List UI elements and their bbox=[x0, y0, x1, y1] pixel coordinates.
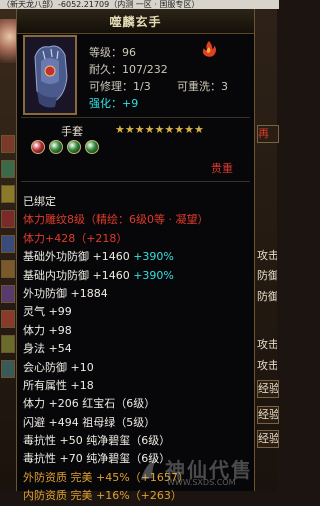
side-tab[interactable]: 攻击 bbox=[257, 336, 277, 352]
star-icon: ★ bbox=[174, 123, 185, 136]
gem-socket-icon bbox=[85, 140, 99, 154]
gauntlet-icon bbox=[23, 35, 77, 115]
skill-icon[interactable] bbox=[1, 335, 15, 353]
star-icon: ★ bbox=[134, 123, 145, 136]
attribute-line: 体力雕纹8级（精绘：6级0等 · 凝望） bbox=[23, 211, 251, 229]
item-tooltip: 噬麟玄手 等级：96 耐久：107/232 可修理：1/3 可重洗：3 强化：+… bbox=[16, 9, 255, 502]
attribute-line: 基础外功防御 +1460 +390% bbox=[23, 248, 251, 266]
attribute-text: 基础内功防御 +1460 bbox=[23, 268, 134, 282]
item-rewashable: 可重洗：3 bbox=[177, 80, 228, 93]
attribute-text: 毒抗性 +50 纯净碧玺（6级） bbox=[23, 434, 171, 448]
attribute-text: 已绑定 bbox=[23, 195, 56, 208]
item-name-bar: 噬麟玄手 bbox=[17, 9, 254, 34]
attribute-text: 体力 +206 红宝石（6级） bbox=[23, 397, 156, 411]
attribute-line: 所有属性 +18 bbox=[23, 377, 251, 395]
attribute-line: 内防资质 完美 +16%（+263） bbox=[23, 487, 251, 505]
right-game-strip: 再攻击 防御 防御 攻击 攻击 经验 经验 经验 bbox=[255, 9, 279, 491]
gem-socket-icon bbox=[67, 140, 81, 154]
attribute-line: 毒抗性 +70 纯净碧玺（6级） bbox=[23, 450, 251, 468]
attribute-text: +390% bbox=[133, 268, 174, 282]
divider bbox=[21, 117, 250, 118]
attribute-text: 完美 +16%（+263） bbox=[70, 489, 182, 503]
attribute-line: 外功防御 +1884 bbox=[23, 285, 251, 303]
item-slot: 手套 bbox=[61, 125, 83, 138]
side-tab[interactable]: 再 bbox=[257, 125, 279, 143]
attribute-text: 身法 +54 bbox=[23, 342, 72, 356]
item-repairable: 可修理：1/3 bbox=[89, 80, 151, 93]
side-tab[interactable]: 经验 bbox=[257, 380, 279, 398]
left-game-strip bbox=[0, 9, 16, 491]
attribute-text: 内防资质 bbox=[23, 489, 71, 503]
attribute-line: 灵气 +99 bbox=[23, 303, 251, 321]
price-label: 贵重 bbox=[211, 162, 233, 175]
attribute-text: +390% bbox=[133, 250, 174, 264]
attribute-text: 闪避 +494 祖母绿（5级） bbox=[23, 415, 156, 429]
attribute-text: 所有属性 +18 bbox=[23, 378, 94, 392]
attribute-text: 基础外功防御 +1460 bbox=[23, 250, 134, 264]
attribute-line: 基础内功防御 +1460 +390% bbox=[23, 267, 251, 285]
skill-icon[interactable] bbox=[1, 135, 15, 153]
item-durability: 耐久：107/232 bbox=[89, 63, 168, 76]
attribute-text: 体力+428（+218） bbox=[23, 231, 128, 245]
skill-icon[interactable] bbox=[1, 160, 15, 178]
attribute-line: 已绑定 bbox=[23, 193, 251, 211]
star-icon: ★ bbox=[115, 123, 125, 136]
attribute-text: 会心防御 +10 bbox=[23, 360, 94, 374]
star-icon: ★ bbox=[144, 123, 155, 136]
item-enhance: 强化：+9 bbox=[89, 97, 139, 110]
attribute-text: 完美 +45%（+1657） bbox=[70, 470, 189, 484]
divider bbox=[21, 181, 250, 182]
attribute-line: 体力+428（+218） bbox=[23, 230, 251, 248]
side-tab[interactable]: 攻击 bbox=[257, 247, 277, 263]
attribute-text: 体力 +98 bbox=[23, 323, 72, 337]
star-icon: ★ bbox=[184, 123, 194, 136]
attribute-text: 毒抗性 +70 纯净碧玺（6级） bbox=[23, 452, 171, 466]
star-icon: ★ bbox=[124, 123, 135, 136]
star-rating: ★★★★★★★★★ bbox=[115, 123, 204, 136]
star-icon: ★ bbox=[194, 123, 204, 136]
star-icon: ★ bbox=[154, 123, 165, 136]
skill-icon[interactable] bbox=[1, 210, 15, 228]
attribute-line: 体力 +206 红宝石（6级） bbox=[23, 395, 251, 413]
attribute-line: 会心防御 +10 bbox=[23, 359, 251, 377]
character-portrait bbox=[0, 19, 16, 63]
skill-icon[interactable] bbox=[1, 360, 15, 378]
star-icon: ★ bbox=[164, 123, 175, 136]
side-tab[interactable]: 攻击 bbox=[257, 357, 277, 373]
attribute-list: 已绑定体力雕纹8级（精绘：6级0等 · 凝望） 体力+428（+218） 基础外功防… bbox=[23, 193, 251, 506]
attribute-line: 闪避 +494 祖母绿（5级） bbox=[23, 414, 251, 432]
attribute-line: 外防资质 完美 +45%（+1657） bbox=[23, 469, 251, 487]
side-tab[interactable]: 经验 bbox=[257, 430, 279, 448]
gem-socket-icon bbox=[31, 140, 45, 154]
skill-icon[interactable] bbox=[1, 185, 15, 203]
side-tab[interactable]: 防御 bbox=[257, 288, 277, 304]
attribute-text: 灵气 +99 bbox=[23, 305, 72, 319]
attribute-text: 外防资质 bbox=[23, 470, 71, 484]
flame-icon bbox=[202, 41, 216, 57]
attribute-text: 外功防御 +1884 bbox=[23, 286, 108, 300]
skill-icon[interactable] bbox=[1, 285, 15, 303]
item-name: 噬麟玄手 bbox=[109, 15, 162, 29]
item-level: 等级：96 bbox=[89, 46, 136, 59]
attribute-line: 体力 +98 bbox=[23, 322, 251, 340]
attribute-line: 毒抗性 +50 纯净碧玺（6级） bbox=[23, 432, 251, 450]
window-title: （新天龙八部）-6052.21709（内测 一区 · 国服专区） bbox=[0, 0, 279, 9]
attribute-line: 身法 +54 bbox=[23, 340, 251, 358]
attribute-text: 体力雕纹8级（精绘：6级0等 · 凝望） bbox=[23, 213, 209, 227]
skill-icon[interactable] bbox=[1, 260, 15, 278]
side-tab[interactable]: 防御 bbox=[257, 267, 277, 283]
gem-socket-icon bbox=[49, 140, 63, 154]
skill-icon[interactable] bbox=[1, 310, 15, 328]
skill-icon[interactable] bbox=[1, 235, 15, 253]
side-tab[interactable]: 经验 bbox=[257, 406, 279, 424]
